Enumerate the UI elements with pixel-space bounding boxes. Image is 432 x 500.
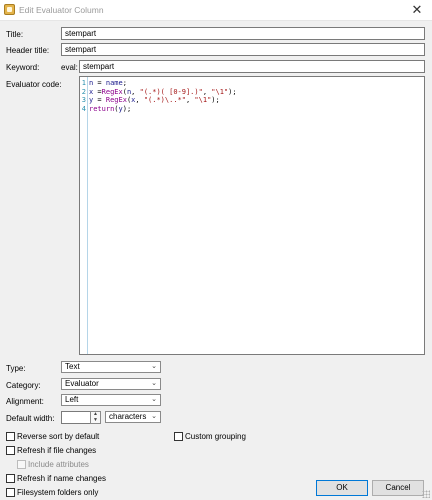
chevron-down-icon: ⌄: [151, 380, 157, 387]
code-line: x =RegEx(n, "(.*)( [0-9].)", "\1");: [89, 88, 237, 97]
line-number: 4: [81, 104, 86, 113]
cancel-button[interactable]: Cancel: [372, 480, 424, 496]
filesystem-only-checkbox[interactable]: [6, 488, 15, 497]
header-title-input[interactable]: stempart: [61, 43, 425, 56]
line-number: 3: [81, 96, 86, 104]
window-title: Edit Evaluator Column: [19, 5, 104, 15]
code-token: );: [211, 96, 220, 104]
reverse-sort-checkbox[interactable]: [6, 432, 15, 441]
spin-down-icon[interactable]: ▼: [91, 417, 100, 424]
refresh-name-label: Refresh if name changes: [17, 474, 106, 483]
code-token: );: [122, 104, 132, 113]
code-token: =: [93, 96, 106, 104]
keyword-label: Keyword:: [6, 63, 40, 72]
gutter-divider: [87, 77, 88, 354]
width-unit-value: characters: [109, 412, 147, 421]
line-number-gutter: 1234: [80, 77, 87, 354]
code-token: =: [93, 87, 102, 96]
type-label: Type:: [6, 364, 26, 373]
ok-button[interactable]: OK: [316, 480, 368, 496]
code-token: "\1": [194, 96, 212, 104]
line-number: 1: [81, 79, 86, 87]
category-dropdown-value: Evaluator: [65, 379, 99, 388]
title-label: Title:: [6, 30, 24, 39]
code-token: =: [93, 79, 106, 87]
code-token: RegEx: [101, 87, 123, 96]
resize-grip-icon[interactable]: [422, 490, 430, 498]
include-attributes-checkbox[interactable]: [17, 460, 26, 469]
code-line: n = name;: [89, 79, 237, 88]
code-token: ;: [122, 79, 127, 87]
alignment-dropdown[interactable]: Left ⌄: [61, 394, 161, 406]
code-token: "(.*)\..*": [143, 96, 186, 104]
code-token: "\1": [211, 87, 229, 96]
code-token: RegEx: [105, 96, 127, 104]
keyword-prefix: eval:: [61, 63, 78, 72]
code-line: y = RegEx(x, "(.*)\..*", "\1");: [89, 96, 237, 105]
code-editor[interactable]: 1234 n = name; x =RegEx(n, "(.*)( [0-9].)…: [79, 76, 425, 355]
code-token: ,: [131, 87, 140, 96]
alignment-label: Alignment:: [6, 397, 44, 406]
width-unit-dropdown[interactable]: characters ⌄: [105, 411, 161, 423]
filesystem-only-label: Filesystem folders only: [17, 488, 99, 497]
code-token: name: [105, 79, 123, 87]
title-input[interactable]: stempart: [61, 27, 425, 40]
alignment-dropdown-value: Left: [65, 395, 79, 404]
custom-grouping-label: Custom grouping: [185, 432, 246, 441]
code-text[interactable]: n = name; x =RegEx(n, "(.*)( [0-9].)", "\…: [89, 79, 237, 113]
line-number: 2: [81, 87, 86, 96]
app-icon: [4, 4, 15, 15]
close-button[interactable]: ✕: [402, 0, 432, 20]
type-dropdown-value: Text: [65, 362, 80, 371]
width-spinner[interactable]: ▲ ▼: [90, 411, 101, 424]
evaluator-code-label: Evaluator code:: [6, 80, 62, 89]
keyword-input[interactable]: stempart: [79, 60, 425, 73]
code-token: "(.*)( [0-9].)": [139, 87, 203, 96]
chevron-down-icon: ⌄: [151, 413, 157, 420]
refresh-file-label: Refresh if file changes: [17, 446, 97, 455]
code-token: return: [89, 104, 115, 113]
chevron-down-icon: ⌄: [151, 363, 157, 370]
code-token: ,: [135, 96, 144, 104]
reverse-sort-label: Reverse sort by default: [17, 432, 100, 441]
category-dropdown[interactable]: Evaluator ⌄: [61, 378, 161, 390]
title-bar: Edit Evaluator Column ✕: [0, 0, 432, 21]
category-label: Category:: [6, 381, 41, 390]
default-width-label: Default width:: [6, 414, 55, 423]
code-token: ,: [202, 87, 212, 96]
code-line: return(y);: [89, 105, 237, 114]
custom-grouping-checkbox[interactable]: [174, 432, 183, 441]
chevron-down-icon: ⌄: [151, 396, 157, 403]
refresh-file-checkbox[interactable]: [6, 446, 15, 455]
default-width-input[interactable]: [61, 411, 91, 424]
type-dropdown[interactable]: Text ⌄: [61, 361, 161, 373]
code-token: );: [228, 87, 237, 96]
include-attributes-label: Include attributes: [28, 460, 89, 469]
refresh-name-checkbox[interactable]: [6, 474, 15, 483]
header-title-label: Header title:: [6, 46, 50, 55]
